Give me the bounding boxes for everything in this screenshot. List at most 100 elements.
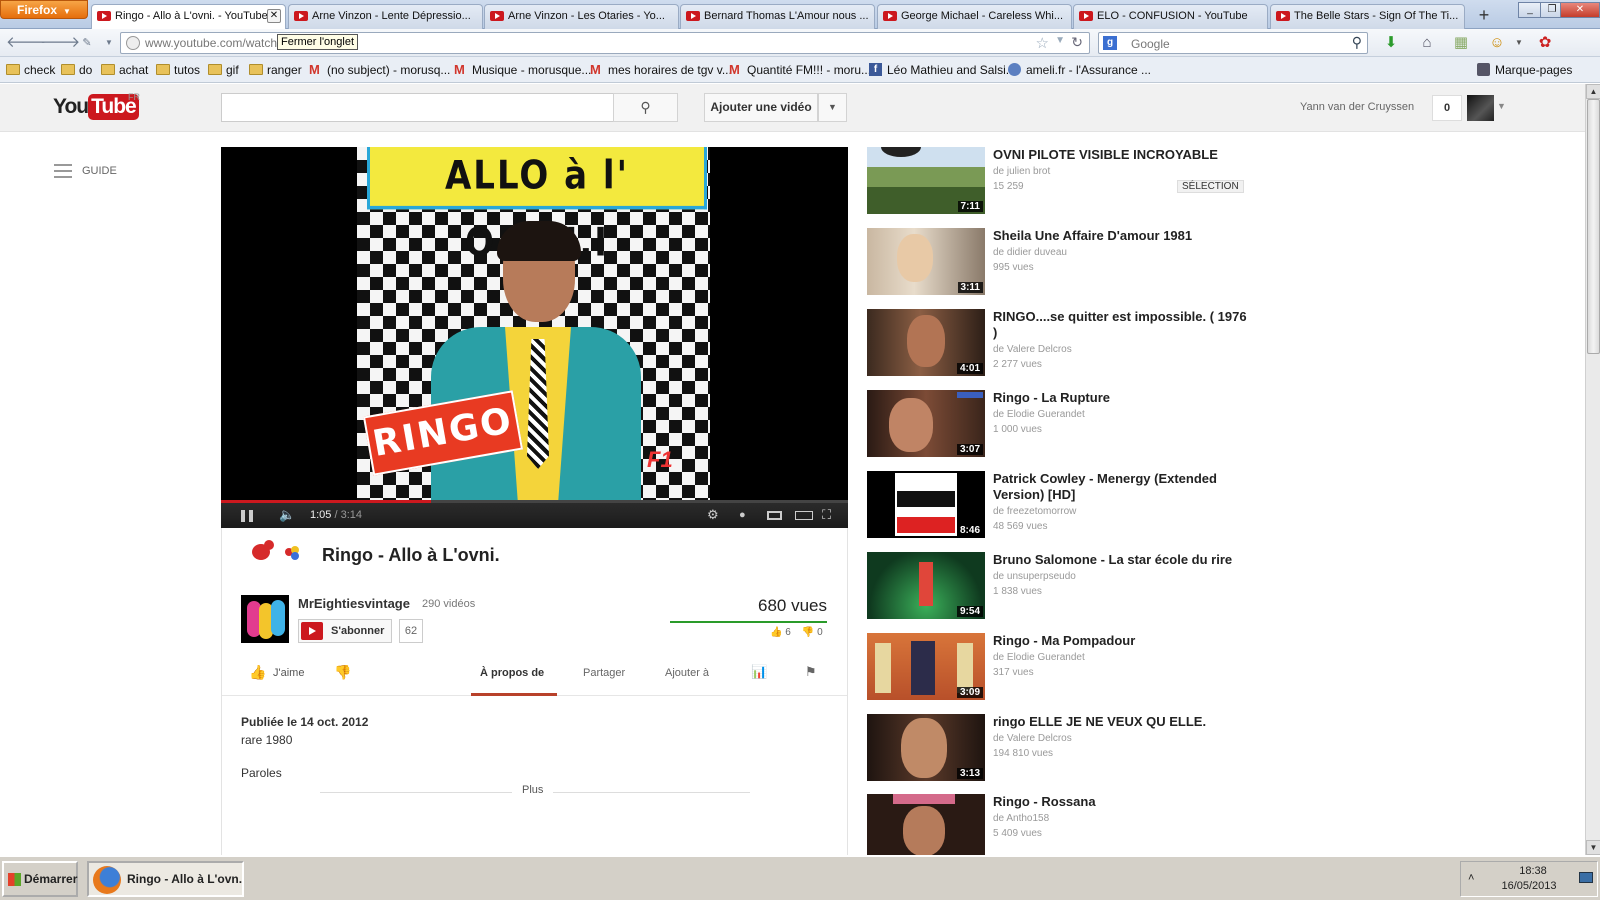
back-button[interactable]: 🡐 [6, 33, 46, 53]
browser-tab[interactable]: Bernard Thomas L'Amour nous ... [680, 4, 875, 29]
addon-face-icon[interactable]: ☺ [1488, 34, 1506, 52]
related-video-item[interactable]: 3:09 Ringo - Ma Pompadour de Elodie Guer… [867, 633, 1267, 703]
apps-grid-icon[interactable]: ▦ [1452, 34, 1470, 52]
large-player-icon[interactable] [795, 511, 813, 520]
clock-date[interactable]: 16/05/2013 [1485, 880, 1573, 892]
google-engine-icon[interactable]: g [1103, 36, 1117, 50]
taskbar-window-button[interactable]: Ringo - Allo à L'ovn... [87, 861, 244, 897]
tab-add-to[interactable]: Ajouter à [665, 667, 709, 679]
video-thumbnail[interactable]: 3:07 [867, 390, 985, 457]
like-icon[interactable]: 👍 [249, 664, 266, 681]
related-video-item[interactable]: 3:11 Sheila Une Affaire D'amour 1981 de … [867, 228, 1267, 298]
new-tab-button[interactable]: + [1472, 4, 1496, 28]
minimize-window-button[interactable]: _ [1518, 2, 1542, 18]
tab-about[interactable]: À propos de [480, 667, 544, 679]
chevron-down-icon[interactable]: ▼ [98, 33, 120, 53]
video-frame[interactable]: ALLO à l' O.V.N.I RINGO F1 [357, 147, 710, 500]
bookmark-folder-do[interactable]: do [61, 63, 92, 77]
show-more-button[interactable]: Plus [512, 784, 554, 796]
browser-tab[interactable]: Arne Vinzon - Lente Dépressio... [288, 4, 483, 29]
related-video-item[interactable]: 3:07 Ringo - La Rupture de Elodie Gueran… [867, 390, 1267, 460]
related-video-item[interactable]: Ringo - Rossana de Antho158 5 409 vues [867, 794, 1267, 855]
chevron-down-icon[interactable]: ▼ [1055, 35, 1065, 46]
related-title[interactable]: RINGO....se quitter est impossible. ( 19… [993, 309, 1248, 341]
chevron-down-icon[interactable]: ▼ [1510, 34, 1528, 52]
page-scrollbar[interactable]: ▲ ▼ [1585, 84, 1600, 855]
video-thumbnail[interactable]: 8:46 [867, 471, 985, 538]
related-video-item[interactable]: 9:54 Bruno Salomone - La star école du r… [867, 552, 1267, 622]
avatar[interactable] [1467, 95, 1494, 121]
bookmarks-menu-button[interactable]: Marque-pages [1477, 63, 1572, 77]
bookmark-star-icon[interactable]: ☆ [1036, 34, 1049, 52]
watch-later-icon[interactable]: ● [739, 509, 746, 521]
firefox-menu-button[interactable]: Firefox ▼ [0, 0, 88, 19]
channel-avatar[interactable] [241, 595, 289, 643]
like-button[interactable]: J'aime [273, 667, 304, 679]
bookmark-folder-ranger[interactable]: ranger [249, 63, 302, 77]
related-title[interactable]: Bruno Salomone - La star école du rire [993, 552, 1248, 568]
browser-tab[interactable]: Arne Vinzon - Les Otaries - Yo... [484, 4, 679, 29]
related-title[interactable]: ringo ELLE JE NE VEUX QU ELLE. [993, 714, 1248, 730]
related-title[interactable]: Ringo - La Rupture [993, 390, 1248, 406]
related-title[interactable]: Patrick Cowley - Menergy (Extended Versi… [993, 471, 1248, 503]
addon-bug-icon[interactable]: ✿ [1536, 34, 1554, 52]
browser-tab-active[interactable]: Ringo - Allo à L'ovni. - YouTube ✕ [91, 4, 286, 30]
video-thumbnail[interactable]: 4:01 [867, 309, 985, 376]
browser-tab[interactable]: The Belle Stars - Sign Of The Ti... [1270, 4, 1465, 29]
related-title[interactable]: Ringo - Ma Pompadour [993, 633, 1248, 649]
video-player[interactable]: ALLO à l' O.V.N.I RINGO F1 🔈 1:05 / 3:14… [221, 147, 848, 528]
related-title[interactable]: Sheila Une Affaire D'amour 1981 [993, 228, 1248, 244]
bookmark-folder-achat[interactable]: achat [101, 63, 148, 77]
search-input[interactable] [221, 93, 614, 122]
download-icon[interactable]: ⬇ [1382, 34, 1400, 52]
video-thumbnail[interactable]: 3:09 [867, 633, 985, 700]
related-video-item[interactable]: 4:01 RINGO....se quitter est impossible.… [867, 309, 1267, 379]
search-button[interactable]: ⚲ [613, 93, 678, 122]
chevron-up-icon[interactable]: ˄ [1468, 872, 1474, 884]
video-thumbnail[interactable] [867, 794, 985, 855]
upload-button[interactable]: Ajouter une vidéo [704, 93, 818, 122]
tab-share[interactable]: Partager [583, 667, 625, 679]
scroll-down-icon[interactable]: ▼ [1586, 840, 1600, 855]
related-video-item[interactable]: 3:13 ringo ELLE JE NE VEUX QU ELLE. de V… [867, 714, 1267, 784]
bookmark-gmail[interactable]: M Musique - morusque... [454, 62, 591, 77]
browser-tab[interactable]: George Michael - Careless Whi... [877, 4, 1072, 29]
bookmark-ameli[interactable]: ameli.fr - l'Assurance ... [1008, 63, 1151, 77]
related-title[interactable]: Ringo - Rossana [993, 794, 1248, 810]
scroll-thumb[interactable] [1587, 99, 1600, 354]
show-desktop-icon[interactable] [1579, 872, 1593, 883]
forward-button[interactable]: 🡒 [40, 33, 80, 53]
chevron-down-icon[interactable]: ▼ [1497, 101, 1506, 111]
bookmark-folder-gif[interactable]: gif [208, 63, 239, 77]
start-button[interactable]: Démarrer [2, 861, 78, 897]
search-engine-box[interactable]: g Google ⚲ [1098, 32, 1368, 54]
site-identity-icon[interactable] [126, 36, 140, 50]
flag-icon[interactable]: ⚑ [805, 664, 817, 680]
dislike-button[interactable]: 👎 [334, 664, 351, 681]
bookmark-gmail[interactable]: M (no subject) - morusq... [309, 62, 450, 77]
related-title[interactable]: OVNI PILOTE VISIBLE INCROYABLE [993, 147, 1248, 163]
fullscreen-icon[interactable]: ⛶ [822, 507, 831, 523]
search-icon[interactable]: ⚲ [1352, 34, 1362, 51]
bookmark-folder-check[interactable]: check [6, 63, 55, 77]
bookmark-gmail[interactable]: M Quantité FM!!! - moru... [729, 62, 871, 77]
related-video-item[interactable]: 7:11 OVNI PILOTE VISIBLE INCROYABLE de j… [867, 147, 1267, 217]
address-bar[interactable]: www.youtube.com/watch?v Fermer l'onglet … [120, 32, 1090, 54]
stats-icon[interactable]: 📊 [751, 664, 767, 680]
user-name[interactable]: Yann van der Cruyssen [1300, 101, 1414, 113]
clock-time[interactable]: 18:38 [1501, 865, 1565, 877]
video-thumbnail[interactable]: 3:13 [867, 714, 985, 781]
browser-tab[interactable]: ELO - CONFUSION - YouTube [1073, 4, 1268, 29]
video-thumbnail[interactable]: 7:11 [867, 147, 985, 214]
video-thumbnail[interactable]: 9:54 [867, 552, 985, 619]
bookmark-folder-tutos[interactable]: tutos [156, 63, 200, 77]
home-icon[interactable]: ⌂ [1418, 34, 1436, 52]
bookmark-gmail[interactable]: Mmes horaires de tgv v... [590, 62, 732, 77]
notifications-count[interactable]: 0 [1432, 95, 1462, 121]
youtube-logo[interactable]: You Tube FR [53, 92, 140, 120]
settings-gear-icon[interactable]: ⚙ [707, 507, 719, 523]
close-tab-icon[interactable]: ✕ [267, 9, 281, 23]
pause-icon[interactable] [241, 510, 253, 522]
related-video-item[interactable]: 8:46 Patrick Cowley - Menergy (Extended … [867, 471, 1267, 541]
volume-icon[interactable]: 🔈 [279, 507, 295, 523]
